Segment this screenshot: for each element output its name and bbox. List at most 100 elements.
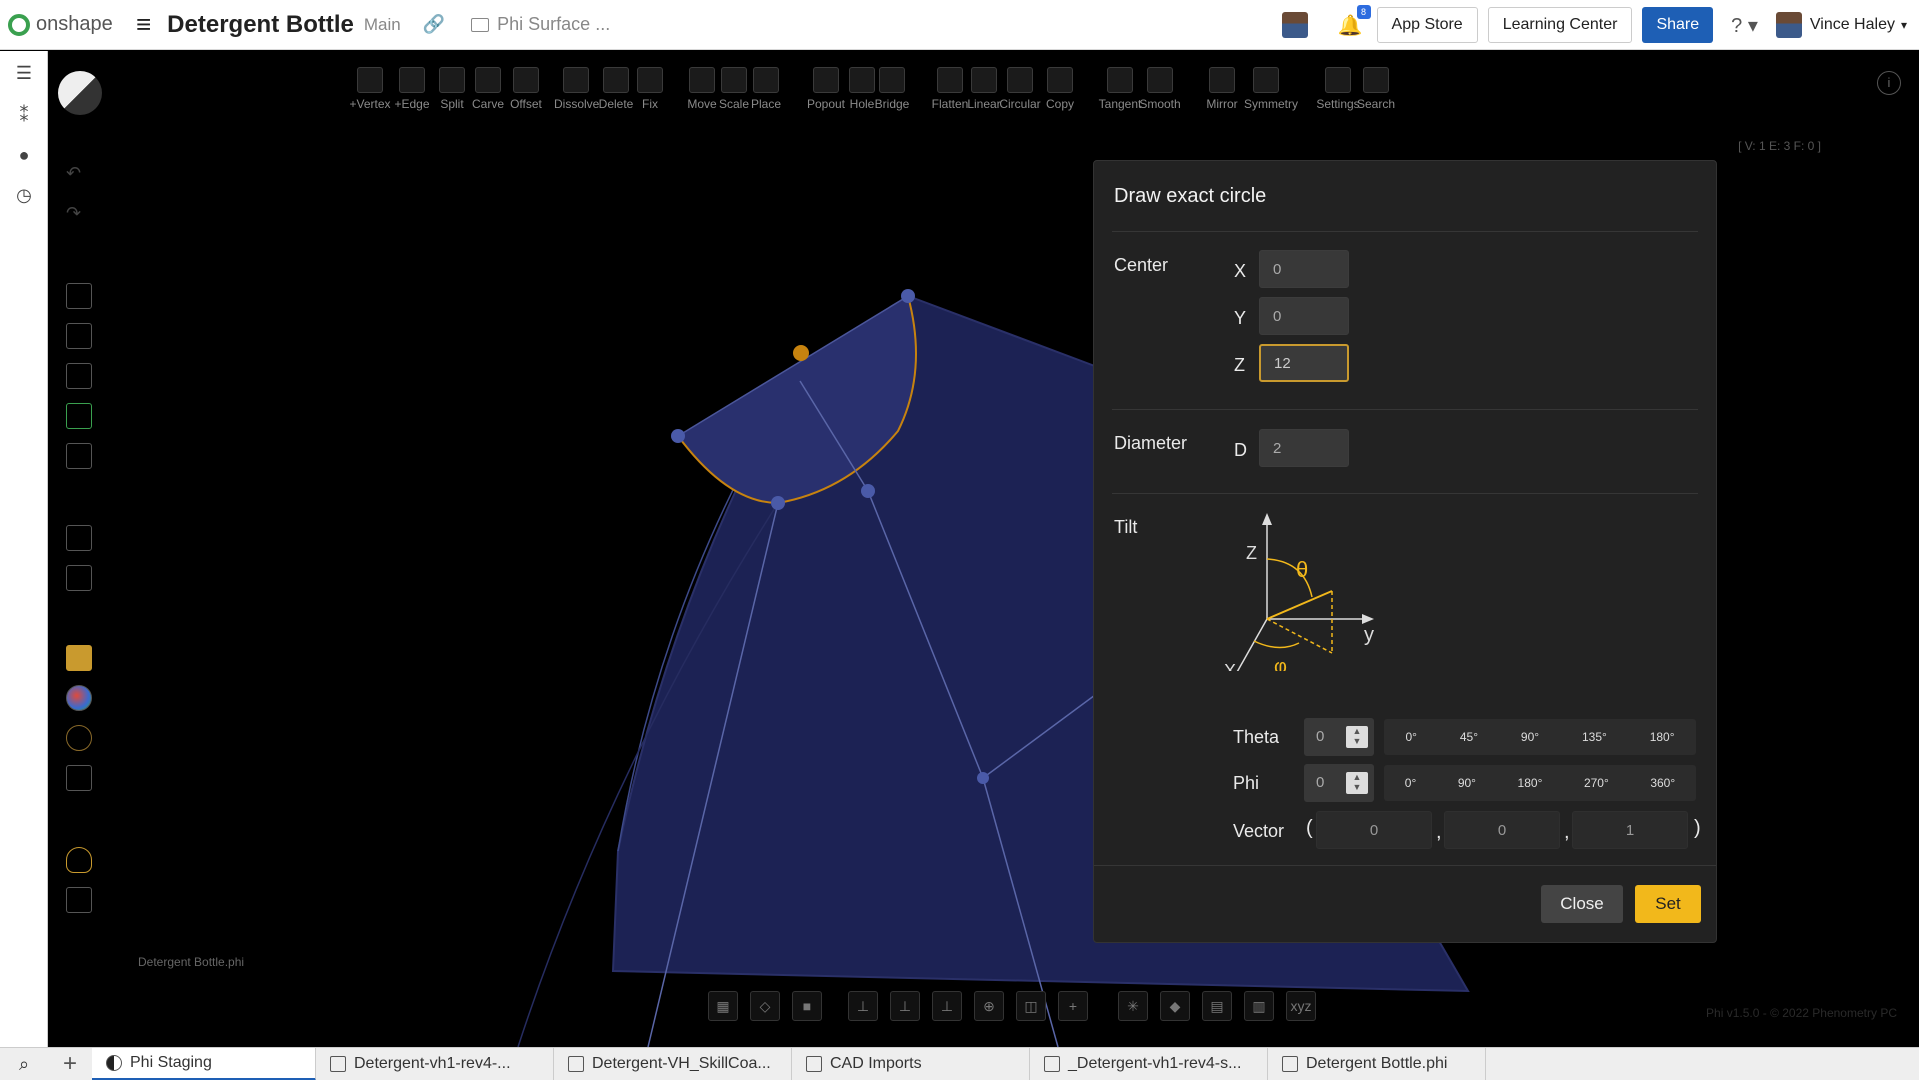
axis-z-view-icon[interactable]: ⊥ (932, 991, 962, 1021)
theta-preset-button[interactable]: 135° (1576, 726, 1613, 748)
select-all-view-icon[interactable]: ▦ (708, 991, 738, 1021)
set-button[interactable]: Set (1635, 885, 1701, 923)
tab-5[interactable]: _Detergent-vh1-rev4-s... (1030, 1047, 1268, 1080)
center-x-input[interactable] (1259, 250, 1349, 288)
breadcrumb[interactable]: Phi Surface ... (471, 14, 610, 35)
comments-icon[interactable]: ● (12, 143, 36, 167)
pivot-icon[interactable]: + (1058, 991, 1088, 1021)
cube-view-icon[interactable] (66, 765, 92, 791)
texture-icon[interactable] (66, 725, 92, 751)
divider (1112, 409, 1698, 410)
3d-viewport[interactable]: ↶ ↷ +Vertex +Edge Split Carve Offset Dissolve… (48, 51, 1919, 1047)
learning-center-button[interactable]: Learning Center (1487, 7, 1633, 43)
tool-dissolve[interactable]: Dissolve (554, 67, 599, 111)
layer-icon[interactable]: ▥ (1244, 991, 1274, 1021)
color-palette-icon[interactable] (66, 685, 92, 711)
wireframe-view-icon[interactable]: ◇ (750, 991, 780, 1021)
import-icon[interactable] (66, 323, 92, 349)
phi-preset-button[interactable]: 0° (1399, 772, 1422, 794)
close-button[interactable]: Close (1541, 885, 1623, 923)
diameter-input[interactable] (1259, 429, 1349, 467)
vector-comma: , (1564, 821, 1570, 843)
phi-preset-button[interactable]: 180° (1512, 772, 1549, 794)
link-icon[interactable]: 🔗 (423, 14, 445, 35)
stepper-arrows-icon[interactable]: ▲ ▼ (1346, 726, 1368, 748)
theta-preset-button[interactable]: 45° (1454, 726, 1484, 748)
perspective-icon[interactable]: ◫ (1016, 991, 1046, 1021)
info-icon[interactable]: i (1877, 71, 1901, 95)
tab-3[interactable]: Detergent-VH_SkillCoa... (554, 1047, 792, 1080)
grid-icon[interactable]: ▤ (1202, 991, 1232, 1021)
center-z-input[interactable] (1259, 344, 1349, 382)
tool-mirror[interactable]: Mirror (1200, 67, 1244, 111)
zoom-icon[interactable]: ⊕ (974, 991, 1004, 1021)
save-icon[interactable] (66, 363, 92, 389)
vector-y-input[interactable] (1444, 811, 1560, 849)
tool-search[interactable]: Search (1354, 67, 1398, 111)
axis-y-view-icon[interactable]: ⊥ (890, 991, 920, 1021)
notifications-bell-icon[interactable]: 🔔 8 (1338, 4, 1371, 38)
mail-icon[interactable] (66, 887, 92, 913)
tab-4[interactable]: CAD Imports (792, 1047, 1030, 1080)
vector-z-input[interactable] (1572, 811, 1688, 849)
tool-fix[interactable]: Fix (628, 67, 672, 111)
add-tab-icon[interactable]: + (48, 1050, 92, 1078)
redo-icon[interactable]: ↷ (66, 203, 92, 229)
center-y-input[interactable] (1259, 297, 1349, 335)
insert-feature-icon[interactable]: ⁑ (12, 103, 36, 127)
document-title[interactable]: Detergent Bottle (167, 11, 354, 39)
phi-stepper[interactable]: 0 ▲ ▼ (1304, 764, 1374, 802)
history-icon[interactable]: ◷ (12, 183, 36, 207)
undo-icon[interactable]: ↶ (66, 163, 92, 189)
tool-tangent[interactable]: Tangent (1098, 67, 1142, 111)
theta-stepper[interactable]: 0 ▲ ▼ (1304, 718, 1374, 756)
tool-smooth[interactable]: Smooth (1138, 67, 1182, 111)
branch-label[interactable]: Main (364, 15, 401, 35)
theta-preset-button[interactable]: 90° (1515, 726, 1545, 748)
solid-view-icon[interactable]: ■ (792, 991, 822, 1021)
tab-6[interactable]: Detergent Bottle.phi (1268, 1047, 1486, 1080)
tool-bridge[interactable]: Bridge (870, 67, 914, 111)
phi-preset-button[interactable]: 90° (1452, 772, 1482, 794)
onshape-logo[interactable]: onshape (8, 13, 118, 36)
share-button[interactable]: Share (1642, 7, 1714, 43)
axis-x-view-icon[interactable]: ⊥ (848, 991, 878, 1021)
tool-offset[interactable]: Offset (504, 67, 548, 111)
image-plane-icon[interactable] (66, 565, 92, 591)
tab-2[interactable]: Detergent-vh1-rev4-... (316, 1047, 554, 1080)
xyz-icon[interactable]: xyz (1286, 991, 1316, 1021)
theta-preset-button[interactable]: 180° (1644, 726, 1681, 748)
export-icon[interactable] (66, 443, 92, 469)
user-avatar (1775, 12, 1802, 38)
tool-place[interactable]: Place (744, 67, 788, 111)
app-store-button[interactable]: App Store (1376, 7, 1478, 43)
tool-circular[interactable]: Circular (998, 67, 1042, 111)
collaborator-avatar[interactable] (1281, 12, 1308, 38)
phi-preset-button[interactable]: 360° (1644, 772, 1681, 794)
vector-x-input[interactable] (1316, 811, 1432, 849)
feature-list-icon[interactable]: ☰ (12, 61, 36, 85)
vertex (861, 484, 875, 498)
phi-preset-button[interactable]: 270° (1578, 772, 1615, 794)
help-icon[interactable]: ? ▾ (1731, 13, 1758, 38)
tab-1[interactable]: Phi Staging (92, 1047, 316, 1080)
user-menu[interactable]: Vince Haley ▾ (1775, 12, 1907, 38)
box-icon[interactable]: ◆ (1160, 991, 1190, 1021)
tool-label: Circular (999, 97, 1041, 111)
tab-manager-icon[interactable]: ⌕ (0, 1054, 48, 1075)
stepper-arrows-icon[interactable]: ▲ ▼ (1346, 772, 1368, 794)
tool-vertex[interactable]: +Vertex (348, 67, 392, 111)
material-color-icon[interactable] (66, 645, 92, 671)
gizmo-icon[interactable]: ✳ (1118, 991, 1148, 1021)
tool-edge[interactable]: +Edge (390, 67, 434, 111)
tab-label: Detergent-VH_SkillCoa... (592, 1055, 771, 1072)
theta-preset-button[interactable]: 0° (1399, 726, 1422, 748)
lightbulb-icon[interactable] (66, 847, 92, 873)
tool-copy[interactable]: Copy (1038, 67, 1082, 111)
tool-symmetry[interactable]: Symmetry (1244, 67, 1298, 111)
hamburger-menu-icon[interactable]: ≡ (136, 9, 151, 40)
refresh-icon[interactable] (66, 283, 92, 309)
reference-icon[interactable] (66, 525, 92, 551)
onshape-export-icon[interactable] (66, 403, 92, 429)
tool-label: +Vertex (349, 97, 391, 111)
